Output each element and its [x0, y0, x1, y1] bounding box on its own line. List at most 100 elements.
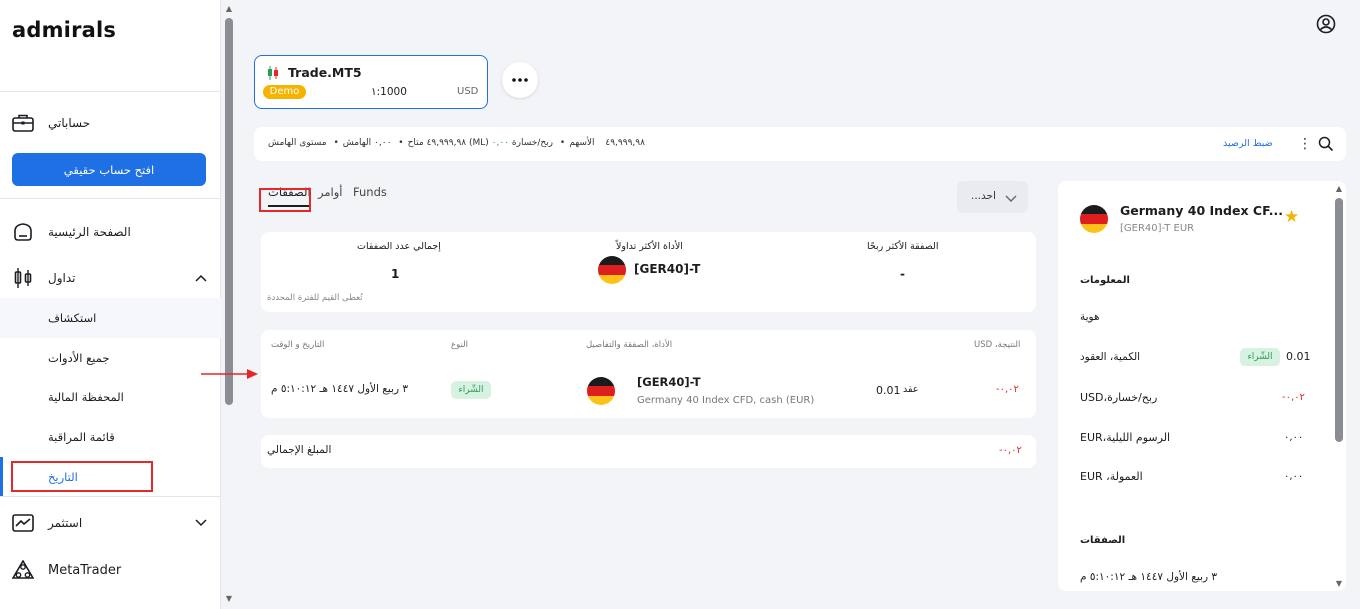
- pnl-label: USD،ربح/خسارة: [1080, 391, 1158, 404]
- pnl-value: ٠,٠٠: [491, 138, 510, 148]
- search-icon[interactable]: [1318, 136, 1334, 152]
- chevron-down-icon[interactable]: [195, 517, 207, 529]
- deal-description: Germany 40 Index CFD, cash (EUR): [637, 395, 815, 406]
- swap-value: ٠,٠٠: [1284, 432, 1304, 443]
- total-deals-title: إجمالي عدد الصفقات: [357, 241, 441, 252]
- tab-funds[interactable]: Funds: [353, 185, 387, 207]
- sidebar-item-label: MetaTrader: [48, 562, 122, 578]
- account-currency: USD: [457, 86, 479, 97]
- divider: [0, 198, 221, 199]
- divider: [0, 91, 221, 92]
- briefcase-icon: [12, 112, 34, 134]
- total-value: -٠,٠٢: [999, 445, 1022, 456]
- account-stats-bar: ٤٩,٩٩٩,٩٨ متاح• ٠,٠٠ الهامش• مستوى الهام…: [254, 127, 1346, 161]
- total-deals-value: 1: [391, 267, 400, 281]
- sidebar-item-label: المحفظة المالية: [48, 390, 124, 404]
- admirals-logo[interactable]: admirals: [12, 18, 116, 42]
- divider: [0, 496, 221, 497]
- panel-scroll-down-arrow[interactable]: ▼: [1334, 579, 1344, 589]
- equity-stat: ٤٩,٩٩٩,٩٨ الأسهم: [569, 138, 645, 148]
- leverage: ١:1000: [371, 86, 407, 98]
- sidebar-item-invest[interactable]: استثمر: [0, 503, 221, 543]
- panel-scroll-up-arrow[interactable]: ▲: [1334, 184, 1344, 194]
- annotation-arrow: [201, 369, 258, 379]
- chevron-down-icon: [1005, 192, 1017, 202]
- sidebar-subitem-explore[interactable]: استكشاف: [0, 298, 221, 338]
- deal-datetime: ٣ ربيع الأول ١٤٤٧ هـ ٥:١٠:١٢ م: [1080, 571, 1217, 583]
- deal-result: -٠,٠٢: [996, 384, 1019, 395]
- most-traded-value: [GER40]-T: [634, 262, 701, 276]
- total-label: المبلغ الإجمالي: [267, 444, 332, 456]
- highlight-box: [259, 188, 311, 212]
- pnl-label: ربح/خسارة: [511, 138, 554, 148]
- deal-details-panel: Germany 40 Index CF... [GER40]-T EUR ★ ا…: [1058, 181, 1346, 591]
- sidebar-item-label: جميع الأدوات: [48, 351, 110, 365]
- total-amount-row: المبلغ الإجمالي -٠,٠٢: [261, 435, 1036, 468]
- scroll-up-arrow[interactable]: ▲: [224, 4, 234, 14]
- sidebar-item-label: قائمة المراقبة: [48, 430, 115, 444]
- commission-label: EUR ،العمولة: [1080, 470, 1143, 483]
- chart-line-icon: [12, 512, 34, 534]
- summary-card: إجمالي عدد الصفقات 1 تُعطى القيم للفترة …: [261, 232, 1036, 312]
- most-profitable-title: الصفقة الأكثر ربحًا: [867, 241, 939, 252]
- deals-section-title: الصفقات: [1080, 535, 1126, 546]
- swap-label: EUR،الرسوم الليلية: [1080, 431, 1171, 444]
- quantity-value: 0.01: [1286, 350, 1311, 363]
- open-real-account-button[interactable]: افتح حساب حقيقي: [12, 153, 206, 186]
- kebab-menu-icon[interactable]: ⋮: [1298, 136, 1312, 152]
- buy-badge: الشّراء: [451, 381, 491, 399]
- period-select-value: ...احد: [971, 190, 996, 202]
- sidebar: admirals حساباتي افتح حساب حقيقي الصفحة …: [0, 0, 221, 609]
- sidebar-scrollbar-thumb[interactable]: [225, 18, 233, 405]
- highlight-box: [11, 461, 153, 492]
- buy-badge: الشّراء: [1240, 348, 1280, 366]
- panel-scrollbar-thumb[interactable]: [1335, 198, 1343, 442]
- commission-value: ٠,٠٠: [1284, 471, 1304, 482]
- available-stat: ٤٩,٩٩٩,٩٨ متاح: [407, 138, 467, 148]
- sidebar-item-accounts[interactable]: حساباتي: [0, 103, 221, 143]
- column-header-datetime: التاريخ و الوقت: [271, 340, 325, 350]
- sidebar-item-metatrader[interactable]: MetaTrader: [0, 550, 221, 590]
- instrument-subtitle: [GER40]-T EUR: [1120, 223, 1195, 234]
- deal-datetime: ٣ ربيع الأول ١٤٤٧ هـ ٥:١٠:١٢ م: [271, 383, 408, 395]
- scroll-down-arrow[interactable]: ▼: [224, 594, 234, 604]
- column-header-instrument: الأداة، الصفقة والتفاصيل: [586, 340, 673, 350]
- profile-icon[interactable]: [1316, 14, 1336, 34]
- metatrader-icon: [12, 559, 34, 581]
- sidebar-item-label: تداول: [48, 271, 76, 285]
- info-section-title: المعلومات: [1080, 275, 1130, 286]
- deal-table: التاريخ و الوقت النوع الأداة، الصفقة وال…: [261, 330, 1036, 418]
- reset-balance-link[interactable]: ضبط الرصيد: [1223, 138, 1273, 149]
- pnl-value: -٠,٠٢: [1282, 392, 1305, 403]
- sidebar-item-label: استثمر: [48, 516, 83, 530]
- most-profitable-value: -: [900, 267, 905, 281]
- candlestick-icon: [12, 267, 34, 289]
- sidebar-item-home[interactable]: الصفحة الرئيسية: [0, 212, 221, 252]
- chevron-up-icon[interactable]: [195, 272, 207, 284]
- germany-flag-icon: [587, 377, 615, 405]
- sidebar-item-label: استكشاف: [48, 311, 97, 325]
- sidebar-subitem-all-instruments[interactable]: جميع الأدوات: [0, 338, 221, 378]
- instrument-title: Germany 40 Index CF...: [1120, 203, 1284, 218]
- account-name: Trade.MT5: [288, 65, 362, 80]
- column-header-type: النوع: [451, 340, 468, 350]
- demo-badge: Demo: [263, 85, 306, 99]
- most-traded-title: الأداة الأكثر تداولاً: [616, 241, 683, 252]
- sidebar-subitem-watchlist[interactable]: قائمة المراقبة: [0, 417, 221, 457]
- favorite-star-icon[interactable]: ★: [1284, 207, 1299, 227]
- margin-stat: ٠,٠٠ الهامش: [342, 138, 392, 148]
- period-note: تُعطى القيم للفترة المحددة: [267, 293, 363, 303]
- quantity-label: الكمية، العقود: [1080, 351, 1141, 363]
- tab-orders[interactable]: أوامر: [318, 185, 342, 207]
- period-select[interactable]: ...احد: [957, 181, 1028, 213]
- candlestick-icon: [266, 66, 280, 80]
- sidebar-item-trading[interactable]: تداول: [0, 258, 221, 298]
- stats-text: ٤٩,٩٩٩,٩٨ متاح• ٠,٠٠ الهامش• مستوى الهام…: [268, 138, 645, 148]
- sidebar-item-label: الصفحة الرئيسية: [48, 225, 131, 239]
- germany-flag-icon: [598, 256, 626, 284]
- more-options-button[interactable]: [502, 62, 538, 98]
- account-card[interactable]: Trade.MT5 Demo ١:1000 USD: [254, 55, 488, 109]
- sidebar-subitem-portfolio[interactable]: المحفظة المالية: [0, 377, 221, 417]
- deal-volume: 0.01: [876, 384, 901, 397]
- deal-symbol: [GER40]-T: [637, 375, 701, 389]
